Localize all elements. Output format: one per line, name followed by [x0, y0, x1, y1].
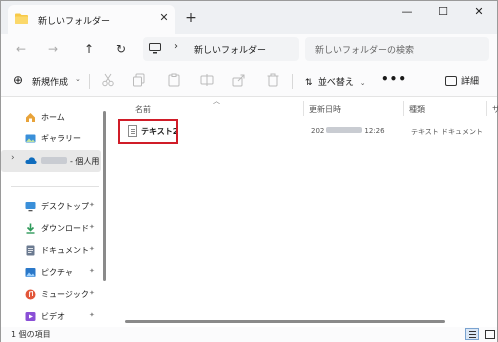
sidebar-item-label: ピクチャ — [41, 268, 73, 277]
back-arrow-icon[interactable]: ← — [11, 39, 31, 59]
pin-icon[interactable]: ✦ — [89, 245, 95, 253]
up-arrow-icon[interactable]: ↑ — [79, 39, 99, 59]
tiles-view-icon[interactable] — [482, 328, 496, 340]
details-label: 詳細 — [461, 77, 480, 87]
gallery-icon — [25, 134, 36, 143]
pin-icon[interactable]: ✦ — [89, 311, 95, 319]
sidebar-item-videos[interactable]: ビデオ ✦ — [1, 306, 101, 326]
pin-icon[interactable]: ✦ — [89, 223, 95, 231]
pin-icon[interactable]: ✦ — [89, 201, 95, 209]
highlight-box — [118, 119, 178, 144]
sidebar-item-label: ギャラリー — [41, 134, 81, 143]
sort-ascending-icon: ︿ — [213, 97, 220, 105]
details-pane-button[interactable]: 詳細 — [445, 74, 479, 87]
chevron-down-icon: ⌄ — [359, 79, 366, 87]
column-header-type[interactable]: 種類 — [409, 104, 425, 115]
tab-title: 新しいフォルダー — [38, 17, 111, 27]
desktop-icon — [25, 202, 36, 212]
sidebar-item-downloads[interactable]: ダウンロード ✦ — [1, 218, 101, 238]
onedrive-label: - 個人用 — [70, 157, 100, 166]
refresh-icon[interactable]: ↻ — [111, 39, 131, 59]
more-options-icon[interactable]: ••• — [381, 72, 407, 86]
tab-new-folder[interactable]: 新しいフォルダー ✕ — [8, 5, 175, 34]
pictures-icon — [25, 268, 36, 277]
redacted-account-name — [41, 157, 67, 164]
sidebar-item-gallery[interactable]: ギャラリー — [1, 128, 101, 148]
trash-icon[interactable] — [266, 73, 280, 87]
redacted-date — [326, 127, 363, 133]
sidebar-item-home[interactable]: ホーム — [1, 107, 101, 127]
search-box[interactable]: 新しいフォルダーの検索 — [305, 37, 489, 61]
sidebar-item-label: ビデオ — [41, 312, 65, 321]
pin-icon[interactable]: ✦ — [89, 289, 95, 297]
folder-icon — [15, 13, 28, 24]
videos-icon — [25, 312, 36, 321]
navigation-pane: ホーム ギャラリー › - 個人用 デスクトップ ✦ ダウンロード ✦ ドキュメ… — [1, 97, 106, 327]
column-header-size[interactable]: サ — [492, 104, 498, 115]
toolbar-divider — [292, 74, 293, 89]
chevron-right-icon[interactable]: › — [174, 41, 178, 52]
download-icon — [26, 223, 35, 234]
status-bar: 1 個の項目 — [1, 327, 497, 342]
plus-circle-icon: ⊕ — [13, 73, 24, 87]
new-button-label: 新規作成 — [32, 78, 69, 88]
pc-icon — [149, 43, 161, 54]
command-bar: ⊕ 新規作成 ⌄ ⇅ 並べ替え ⌄ ••• 詳細 — [1, 64, 497, 97]
copy-icon[interactable] — [132, 73, 146, 87]
new-tab-button[interactable]: + — [183, 10, 199, 26]
item-count: 1 個の項目 — [11, 330, 51, 339]
sidebar-item-label: ダウンロード — [41, 224, 89, 233]
sidebar-divider — [11, 186, 99, 187]
close-tab-icon[interactable]: ✕ — [157, 11, 171, 25]
sidebar-scrollbar[interactable] — [103, 111, 106, 281]
sidebar-item-label: ミュージック — [41, 290, 89, 299]
file-date: 202 12:26 — [311, 127, 385, 135]
chevron-down-icon: ⌄ — [75, 75, 81, 83]
sidebar-item-desktop[interactable]: デスクトップ ✦ — [1, 196, 101, 216]
sort-button-label: 並べ替え — [317, 78, 354, 88]
rename-icon[interactable] — [200, 73, 214, 87]
chevron-right-icon[interactable]: › — [11, 153, 15, 163]
onedrive-icon — [25, 157, 37, 164]
title-bar: 新しいフォルダー ✕ + — ☐ ✕ — [1, 1, 497, 34]
column-header-name[interactable]: 名前 — [135, 104, 151, 115]
pin-icon[interactable]: ✦ — [89, 267, 95, 275]
sidebar-item-label: デスクトップ — [41, 202, 89, 211]
file-type: テキスト ドキュメント — [411, 128, 484, 136]
column-divider[interactable] — [486, 101, 487, 116]
close-window-button[interactable]: ✕ — [461, 1, 497, 23]
minimize-button[interactable]: — — [389, 1, 425, 23]
sidebar-item-label: ドキュメント — [41, 246, 89, 255]
home-icon — [26, 113, 35, 122]
file-time: 12:26 — [364, 127, 385, 135]
column-divider[interactable] — [303, 101, 304, 116]
cut-icon[interactable] — [101, 73, 115, 87]
paste-icon[interactable] — [167, 73, 181, 87]
navigation-bar: ← → ↑ ↻ › 新しいフォルダー 新しいフォルダーの検索 — [1, 34, 497, 64]
sidebar-item-label: - 個人用 — [41, 156, 99, 167]
documents-icon — [26, 245, 35, 256]
sort-button[interactable]: ⇅ 並べ替え ⌄ — [305, 75, 366, 88]
share-icon[interactable] — [232, 73, 246, 87]
address-bar[interactable]: › 新しいフォルダー — [143, 37, 299, 61]
sort-arrows-icon: ⇅ — [305, 78, 313, 88]
music-icon — [25, 289, 36, 300]
explorer-window: 新しいフォルダー ✕ + — ☐ ✕ ← → ↑ ↻ › 新しいフォルダー 新し… — [0, 0, 498, 342]
toolbar-divider — [89, 74, 90, 89]
file-date-prefix: 202 — [311, 127, 325, 135]
sidebar-item-label: ホーム — [41, 113, 65, 122]
forward-arrow-icon[interactable]: → — [43, 39, 63, 59]
sidebar-item-onedrive[interactable]: › - 個人用 — [1, 150, 101, 172]
column-divider[interactable] — [403, 101, 404, 116]
sidebar-item-documents[interactable]: ドキュメント ✦ — [1, 240, 101, 260]
column-header-date[interactable]: 更新日時 — [309, 104, 341, 115]
search-input[interactable]: 新しいフォルダーの検索 — [315, 43, 414, 56]
details-pane-icon — [445, 76, 457, 86]
sidebar-item-music[interactable]: ミュージック ✦ — [1, 284, 101, 304]
maximize-button[interactable]: ☐ — [425, 1, 461, 23]
horizontal-scrollbar[interactable] — [125, 320, 445, 323]
details-view-icon[interactable] — [465, 328, 479, 340]
address-path[interactable]: 新しいフォルダー — [194, 43, 266, 56]
sidebar-item-pictures[interactable]: ピクチャ ✦ — [1, 262, 101, 282]
